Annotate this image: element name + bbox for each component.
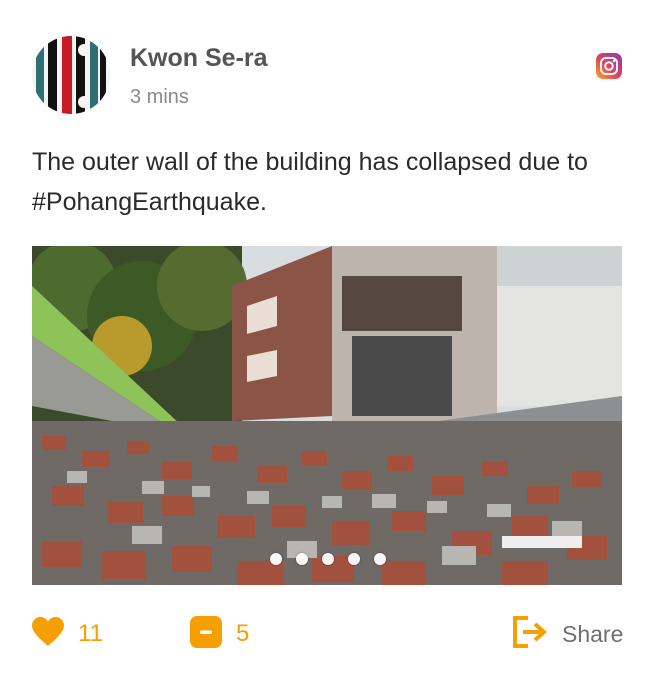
post-photo[interactable] — [32, 246, 622, 585]
carousel-dot[interactable] — [322, 553, 334, 565]
carousel-dot[interactable] — [374, 553, 386, 565]
comment-icon — [190, 615, 222, 653]
share-icon — [512, 615, 548, 654]
instagram-icon[interactable] — [596, 53, 622, 79]
post-time: 3 mins — [130, 86, 189, 108]
share-button[interactable]: Share — [512, 614, 623, 654]
carousel-dot[interactable] — [296, 553, 308, 565]
post-text: The outer wall of the building has colla… — [32, 148, 588, 216]
share-label: Share — [562, 620, 624, 647]
like-button[interactable]: 11 — [32, 614, 103, 654]
comment-button[interactable]: 5 — [190, 614, 249, 654]
carousel-dot[interactable] — [270, 553, 282, 565]
author-name[interactable]: Kwon Se-ra — [130, 44, 268, 73]
carousel-dot[interactable] — [348, 553, 360, 565]
like-count: 11 — [78, 620, 103, 647]
heart-icon — [32, 616, 64, 652]
avatar[interactable] — [32, 36, 110, 114]
comment-count: 5 — [236, 620, 250, 647]
carousel-dots — [0, 553, 656, 565]
